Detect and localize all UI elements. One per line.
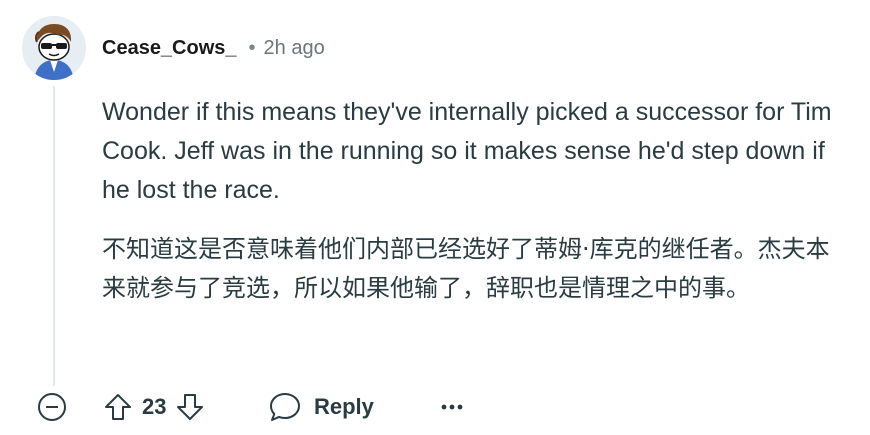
upvote-button[interactable]: [100, 389, 136, 425]
downvote-button[interactable]: [172, 389, 208, 425]
timestamp[interactable]: 2h ago: [264, 37, 325, 60]
speech-bubble-icon: [270, 393, 300, 421]
vote-group: 23: [100, 389, 208, 425]
ellipsis-icon: [441, 404, 463, 410]
collapse-button[interactable]: [36, 391, 68, 423]
upvote-arrow-icon: [105, 394, 131, 420]
separator-dot: •: [248, 36, 256, 59]
avatar-icon: [22, 16, 86, 80]
collapse-minus-icon: [38, 393, 66, 421]
reply-label: Reply: [314, 394, 374, 419]
username[interactable]: Cease_Cows_: [102, 37, 237, 60]
reply-button[interactable]: Reply: [268, 389, 374, 425]
comment-body-english: Wonder if this means they've internally …: [102, 98, 832, 204]
more-options-button[interactable]: [436, 389, 468, 425]
thread-line[interactable]: [53, 86, 55, 386]
comment-header: Cease_Cows_ • 2h ago: [102, 33, 325, 63]
comment-action-bar: 23 Reply: [0, 383, 870, 431]
downvote-arrow-icon: [177, 394, 204, 420]
comment-body-chinese: 不知道这是否意味着他们内部已经选好了蒂姆·库克的继任者。杰夫本来就参与了竞选，所…: [102, 235, 830, 302]
avatar[interactable]: [22, 16, 86, 80]
vote-score: 23: [142, 394, 167, 419]
